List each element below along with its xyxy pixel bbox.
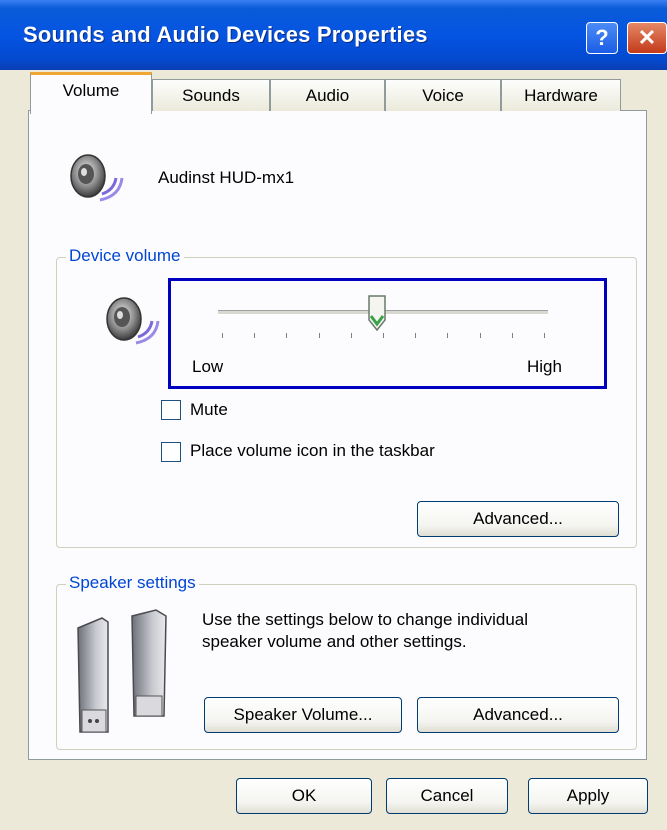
volume-slider-tick	[479, 333, 481, 338]
speakers-icon	[77, 609, 167, 733]
volume-slider-tick	[286, 333, 288, 338]
speaker-settings-legend: Speaker settings	[66, 573, 199, 593]
mute-checkbox[interactable]	[161, 400, 181, 420]
title-bar[interactable]: Sounds and Audio Devices Properties ? ✕	[0, 0, 667, 70]
speaker-description-line1: Use the settings below to change individ…	[202, 610, 529, 629]
tab-audio[interactable]: Audio	[270, 79, 385, 111]
volume-speaker-icon	[106, 297, 160, 345]
apply-button[interactable]: Apply	[528, 778, 648, 814]
tab-hardware[interactable]: Hardware	[501, 79, 621, 111]
device-name: Audinst HUD-mx1	[158, 168, 295, 187]
window-title: Sounds and Audio Devices Properties	[23, 22, 428, 47]
ok-button[interactable]: OK	[236, 778, 372, 814]
dialog-window: Sounds and Audio Devices Properties ? ✕ …	[0, 0, 667, 830]
close-button[interactable]: ✕	[627, 22, 667, 54]
tab-voice[interactable]: Voice	[385, 79, 501, 111]
slider-low-label: Low	[192, 357, 224, 376]
volume-slider-tick	[318, 333, 320, 338]
device-volume-legend: Device volume	[66, 246, 184, 266]
tab-volume[interactable]: Volume	[30, 72, 152, 114]
help-button[interactable]: ?	[586, 22, 618, 54]
speaker-volume-button[interactable]: Speaker Volume...	[204, 697, 402, 733]
device-advanced-button[interactable]: Advanced...	[417, 501, 619, 537]
volume-slider-tick	[447, 333, 449, 338]
cancel-button[interactable]: Cancel	[386, 778, 508, 814]
speaker-description-line2: speaker volume and other settings.	[202, 632, 467, 651]
mute-label: Mute	[190, 400, 228, 419]
volume-slider-tick	[222, 333, 223, 338]
volume-slider-tick	[350, 333, 352, 338]
volume-slider-tick	[511, 333, 513, 338]
volume-slider-tick	[415, 333, 417, 338]
volume-slider-tick	[254, 333, 256, 338]
volume-slider-tick	[544, 333, 545, 338]
speaker-advanced-button[interactable]: Advanced...	[417, 697, 619, 733]
tab-sounds[interactable]: Sounds	[152, 79, 270, 111]
volume-slider-tick	[383, 333, 384, 338]
taskbar-icon-checkbox[interactable]	[161, 442, 181, 462]
speaker-icon	[70, 154, 124, 202]
taskbar-icon-label: Place volume icon in the taskbar	[190, 441, 435, 460]
volume-slider-thumb[interactable]	[367, 294, 387, 332]
slider-high-label: High	[527, 357, 562, 376]
